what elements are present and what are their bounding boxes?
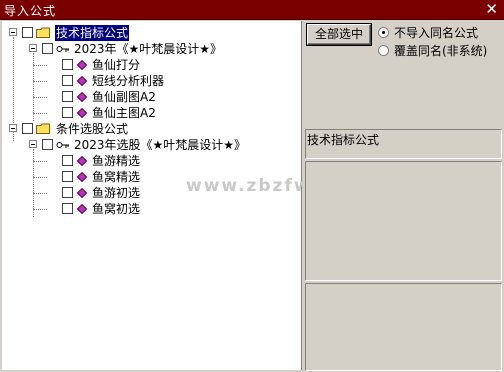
tree-leaf-label: 鱼游精选 xyxy=(92,154,141,168)
select-all-button[interactable]: 全部选中 xyxy=(306,23,372,46)
tree-leaf-label: 鱼仙主图A2 xyxy=(92,106,156,120)
collapse-toggle-icon[interactable] xyxy=(9,124,17,132)
tree-node-label: 技术指标公式 xyxy=(55,25,130,41)
radio-overwrite-duplicates[interactable]: 覆盖同名(非系统) xyxy=(378,43,498,59)
tree-leaf-label: 鱼窝初选 xyxy=(92,202,141,216)
formula-gem-icon xyxy=(77,156,87,166)
radio-no-import-duplicates[interactable]: 不导入同名公式 xyxy=(378,25,498,41)
tree-checkbox[interactable] xyxy=(62,171,73,182)
tree-checkbox[interactable] xyxy=(42,43,53,54)
tree-checkbox[interactable] xyxy=(62,187,73,198)
radio-label: 不导入同名公式 xyxy=(394,26,479,40)
key-icon xyxy=(56,142,69,148)
collapse-toggle-icon[interactable] xyxy=(9,28,17,36)
tree-node-technical-indicators[interactable]: 技术指标公式 xyxy=(2,25,300,41)
formula-gem-icon xyxy=(77,188,87,198)
options-panel: 全部选中 不导入同名公式 覆盖同名(非系统) 技术指标公式 xyxy=(303,21,504,372)
tree-node-label: 2023年选股《★叶梵晨设计★》 xyxy=(74,138,247,152)
tree-checkbox[interactable] xyxy=(62,155,73,166)
collapse-toggle-icon[interactable] xyxy=(29,140,37,148)
tree-node-group[interactable]: 2023年《★叶梵晨设计★》 xyxy=(2,41,300,57)
tree-checkbox[interactable] xyxy=(22,123,33,134)
tree-leaf[interactable]: 鱼仙主图A2 xyxy=(2,105,300,121)
formula-description-panel xyxy=(305,161,502,281)
collapse-toggle-icon[interactable] xyxy=(29,44,37,52)
tree-leaf[interactable]: 鱼仙副图A2 xyxy=(2,89,300,105)
tree-checkbox[interactable] xyxy=(62,59,73,70)
folder-icon xyxy=(36,27,50,38)
folder-icon xyxy=(36,123,50,134)
tree-node-label: 2023年《★叶梵晨设计★》 xyxy=(74,42,223,56)
tree-checkbox[interactable] xyxy=(62,107,73,118)
tree-leaf-label: 鱼游初选 xyxy=(92,186,141,200)
tree-checkbox[interactable] xyxy=(62,91,73,102)
formula-type-display: 技术指标公式 xyxy=(305,129,502,159)
key-icon xyxy=(56,46,69,52)
close-icon[interactable]: ✕ xyxy=(485,1,498,17)
tree-node-label: 条件选股公式 xyxy=(56,122,129,136)
title-bar: 导入公式 ✕ xyxy=(0,0,504,20)
radio-label: 覆盖同名(非系统) xyxy=(394,44,488,58)
tree-leaf[interactable]: 短线分析利器 xyxy=(2,73,300,89)
tree-node-group[interactable]: 2023年选股《★叶梵晨设计★》 xyxy=(2,137,300,153)
formula-gem-icon xyxy=(77,172,87,182)
formula-gem-icon xyxy=(77,76,87,86)
tree-leaf[interactable]: 鱼窝初选 xyxy=(2,201,300,217)
tree-checkbox[interactable] xyxy=(22,27,33,38)
radio-unselected-icon[interactable] xyxy=(378,45,389,56)
tree-leaf[interactable]: 鱼仙打分 xyxy=(2,57,300,73)
formula-detail-panel xyxy=(305,283,502,371)
tree-leaf-label: 鱼窝精选 xyxy=(92,170,141,184)
formula-gem-icon xyxy=(77,60,87,70)
formula-gem-icon xyxy=(77,92,87,102)
formula-gem-icon xyxy=(77,108,87,118)
tree-leaf-label: 鱼仙打分 xyxy=(92,58,141,72)
tree-checkbox[interactable] xyxy=(62,75,73,86)
window-title: 导入公式 xyxy=(4,4,57,18)
tree-node-stock-selection[interactable]: 条件选股公式 xyxy=(2,121,300,137)
tree-leaf[interactable]: 鱼游精选 xyxy=(2,153,300,169)
tree-checkbox[interactable] xyxy=(42,139,53,150)
tree-leaf-label: 鱼仙副图A2 xyxy=(92,90,156,104)
radio-selected-icon[interactable] xyxy=(378,27,389,38)
tree-checkbox[interactable] xyxy=(62,203,73,214)
formula-gem-icon xyxy=(77,204,87,214)
tree-leaf-label: 短线分析利器 xyxy=(92,74,165,88)
